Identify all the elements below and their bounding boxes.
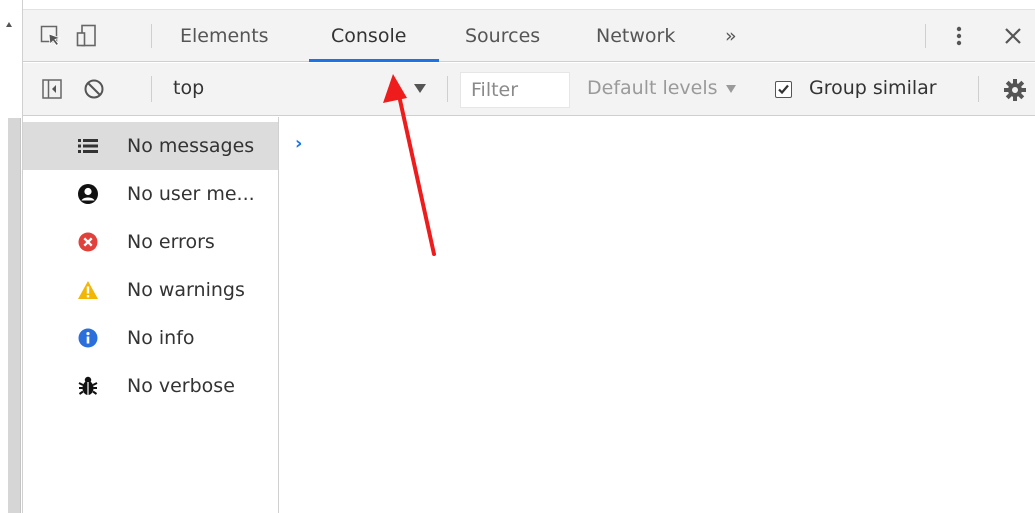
device-toolbar-icon[interactable] [75,24,99,48]
sidebar-item-messages[interactable]: No messages [23,122,278,170]
sidebar-item-user-messages[interactable]: No user me... [23,170,278,218]
console-sidebar: No messages No user me... No errors No w… [23,117,279,513]
toolbar-divider [978,76,979,102]
sidebar-item-label: No verbose [127,375,235,397]
warning-icon [77,279,99,301]
console-prompt-icon: › [295,133,303,154]
gear-icon[interactable] [1003,78,1027,102]
user-icon [77,183,99,205]
active-tab-indicator [309,59,439,62]
sidebar-item-errors[interactable]: No errors [23,218,278,266]
tab-network[interactable]: Network [594,10,677,62]
gutter-caret-icon [6,22,12,27]
host-page-gutter [0,0,22,513]
gutter-scrollbar[interactable] [8,118,21,513]
tab-sources[interactable]: Sources [463,10,542,62]
console-toolbar: top Default levels Group similar [23,63,1035,116]
clear-console-icon[interactable] [83,78,105,100]
toolbar-divider [447,76,448,102]
sidebar-item-info[interactable]: No info [23,314,278,362]
sidebar-item-label: No info [127,327,195,349]
sidebar-item-warnings[interactable]: No warnings [23,266,278,314]
tab-console[interactable]: Console [329,10,408,62]
tabbar-divider [925,24,926,48]
sidebar-item-label: No messages [127,135,255,157]
group-similar-checkbox[interactable] [775,81,792,98]
sidebar-toggle-icon[interactable] [42,79,62,99]
default-levels-label: Default levels [587,77,718,99]
sidebar-item-label: No warnings [127,279,245,301]
toolbar-divider [151,76,152,102]
close-icon[interactable] [1001,24,1025,48]
bug-icon [77,375,99,397]
levels-caret-icon [725,84,736,93]
sidebar-item-label: No user me... [127,183,255,205]
more-tabs-button[interactable]: » [723,10,739,62]
list-icon [77,135,99,157]
more-options-icon[interactable] [947,24,971,48]
console-input[interactable] [316,129,1016,155]
group-similar-label: Group similar [809,77,937,99]
default-levels-dropdown[interactable]: Default levels [587,77,736,99]
context-selector[interactable]: top [173,77,204,99]
filter-field[interactable] [460,72,570,108]
inspect-element-icon[interactable] [39,24,63,48]
tabbar-divider [151,24,152,48]
info-icon [77,327,99,349]
sidebar-item-label: No errors [127,231,215,253]
context-dropdown-icon[interactable] [414,84,426,93]
devtools-panel: Elements Console Sources Network » top F… [22,0,1035,513]
checkmark-icon [778,84,789,95]
sidebar-item-verbose[interactable]: No verbose [23,362,278,410]
console-output: › [280,117,1035,513]
filter-input[interactable] [461,73,569,107]
devtools-tabbar: Elements Console Sources Network » [23,9,1035,62]
tab-elements[interactable]: Elements [178,10,271,62]
error-icon [77,231,99,253]
